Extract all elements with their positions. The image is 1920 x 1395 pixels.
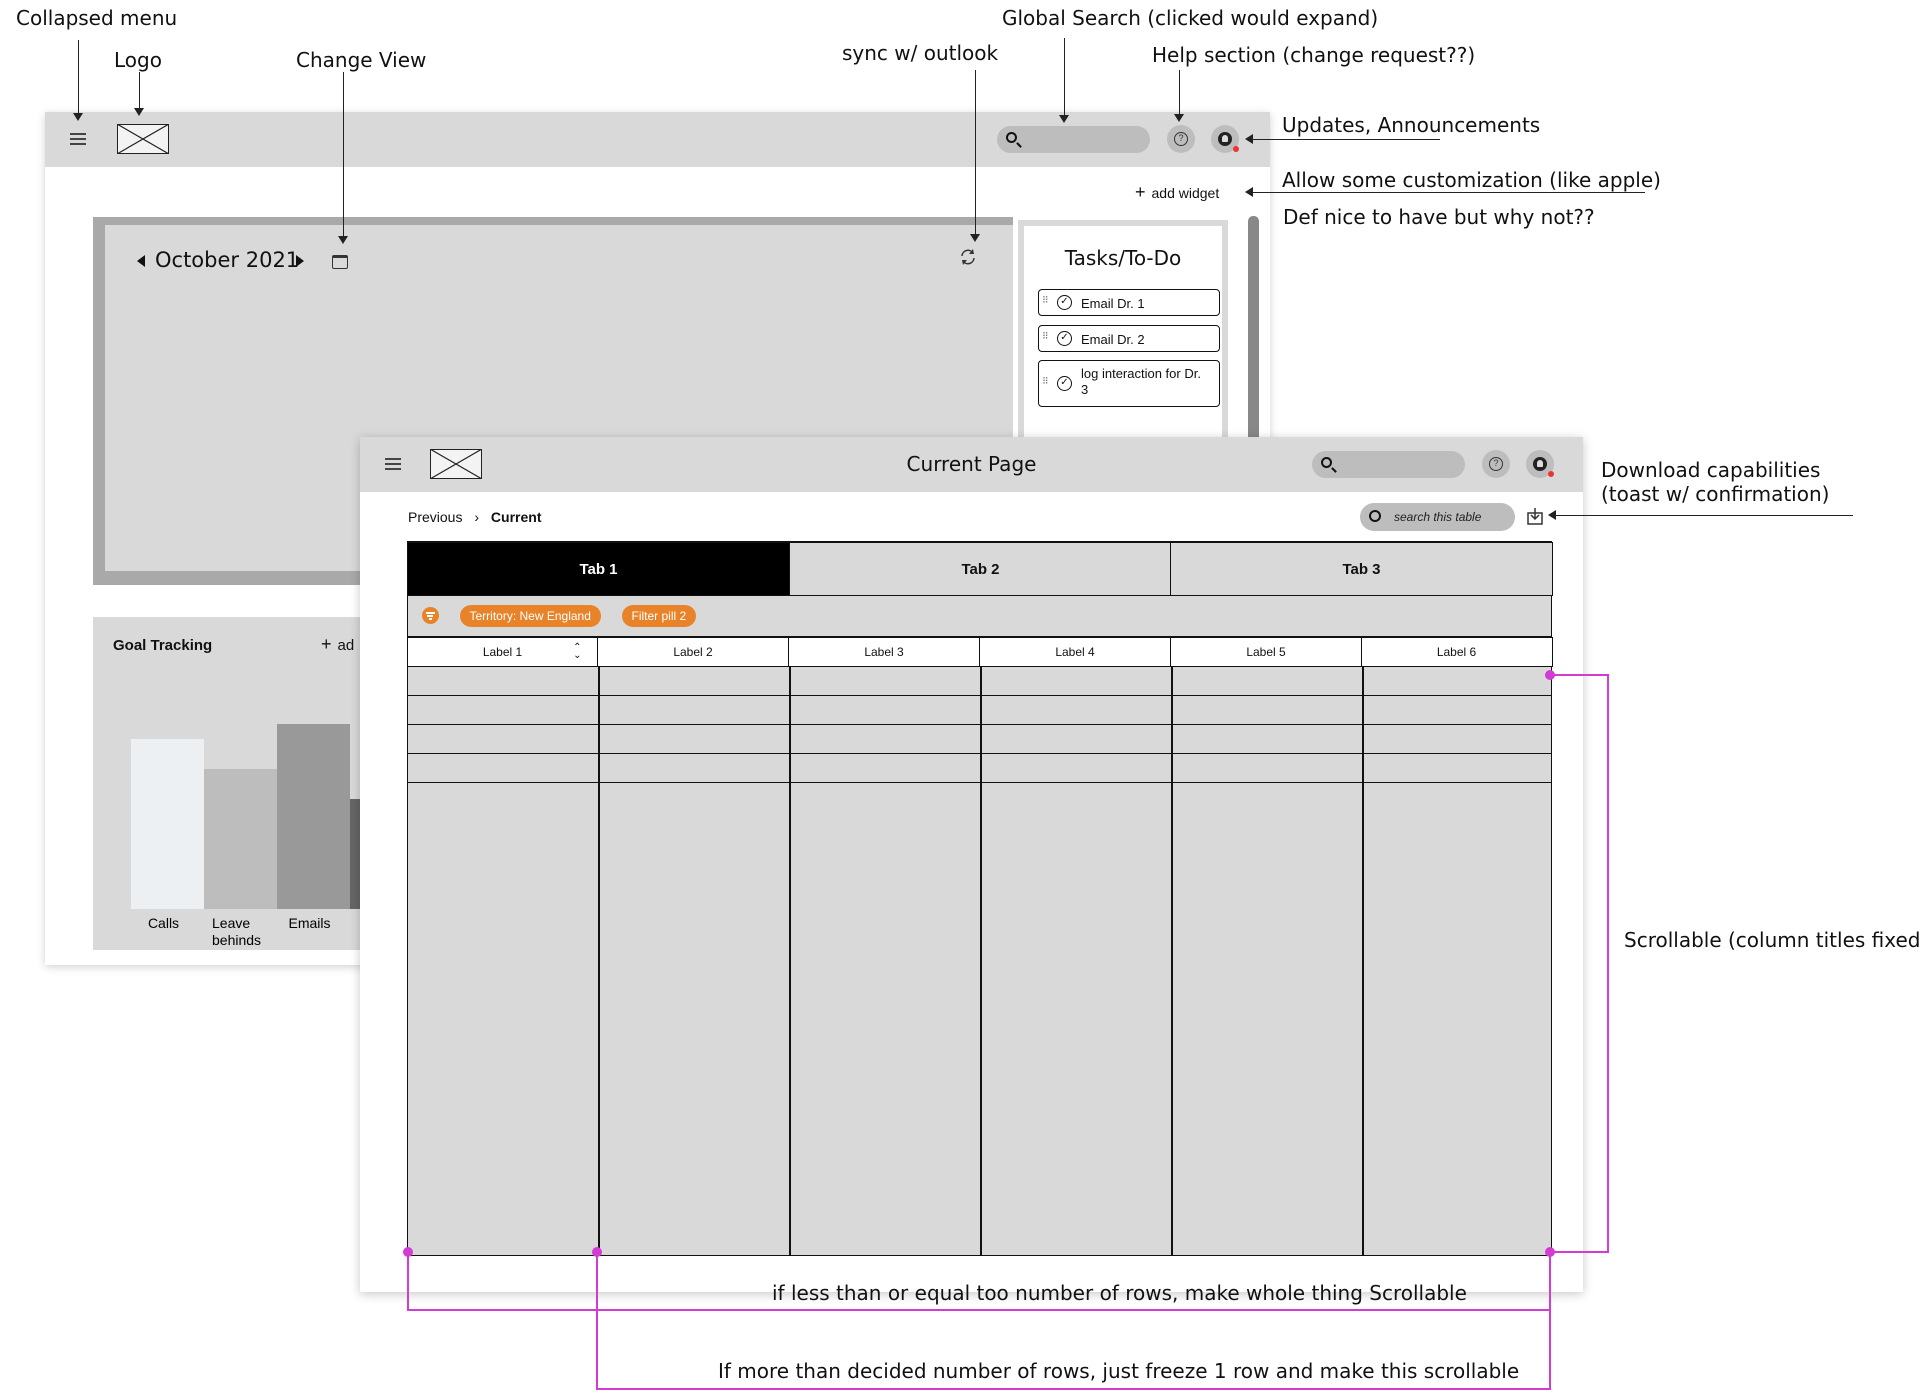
anchor-dot (1545, 670, 1555, 680)
annotation-more-rows: If more than decided number of rows, jus… (718, 1359, 1520, 1383)
annotation-less-rows: if less than or equal too number of rows… (772, 1281, 1467, 1305)
anchor-dot (592, 1247, 602, 1257)
anchor-dot (403, 1247, 413, 1257)
annotation-scrollable: Scrollable (column titles fixed) (1624, 928, 1920, 952)
anchor-dot (1545, 1247, 1555, 1257)
scroll-region-brackets (407, 674, 1609, 1390)
